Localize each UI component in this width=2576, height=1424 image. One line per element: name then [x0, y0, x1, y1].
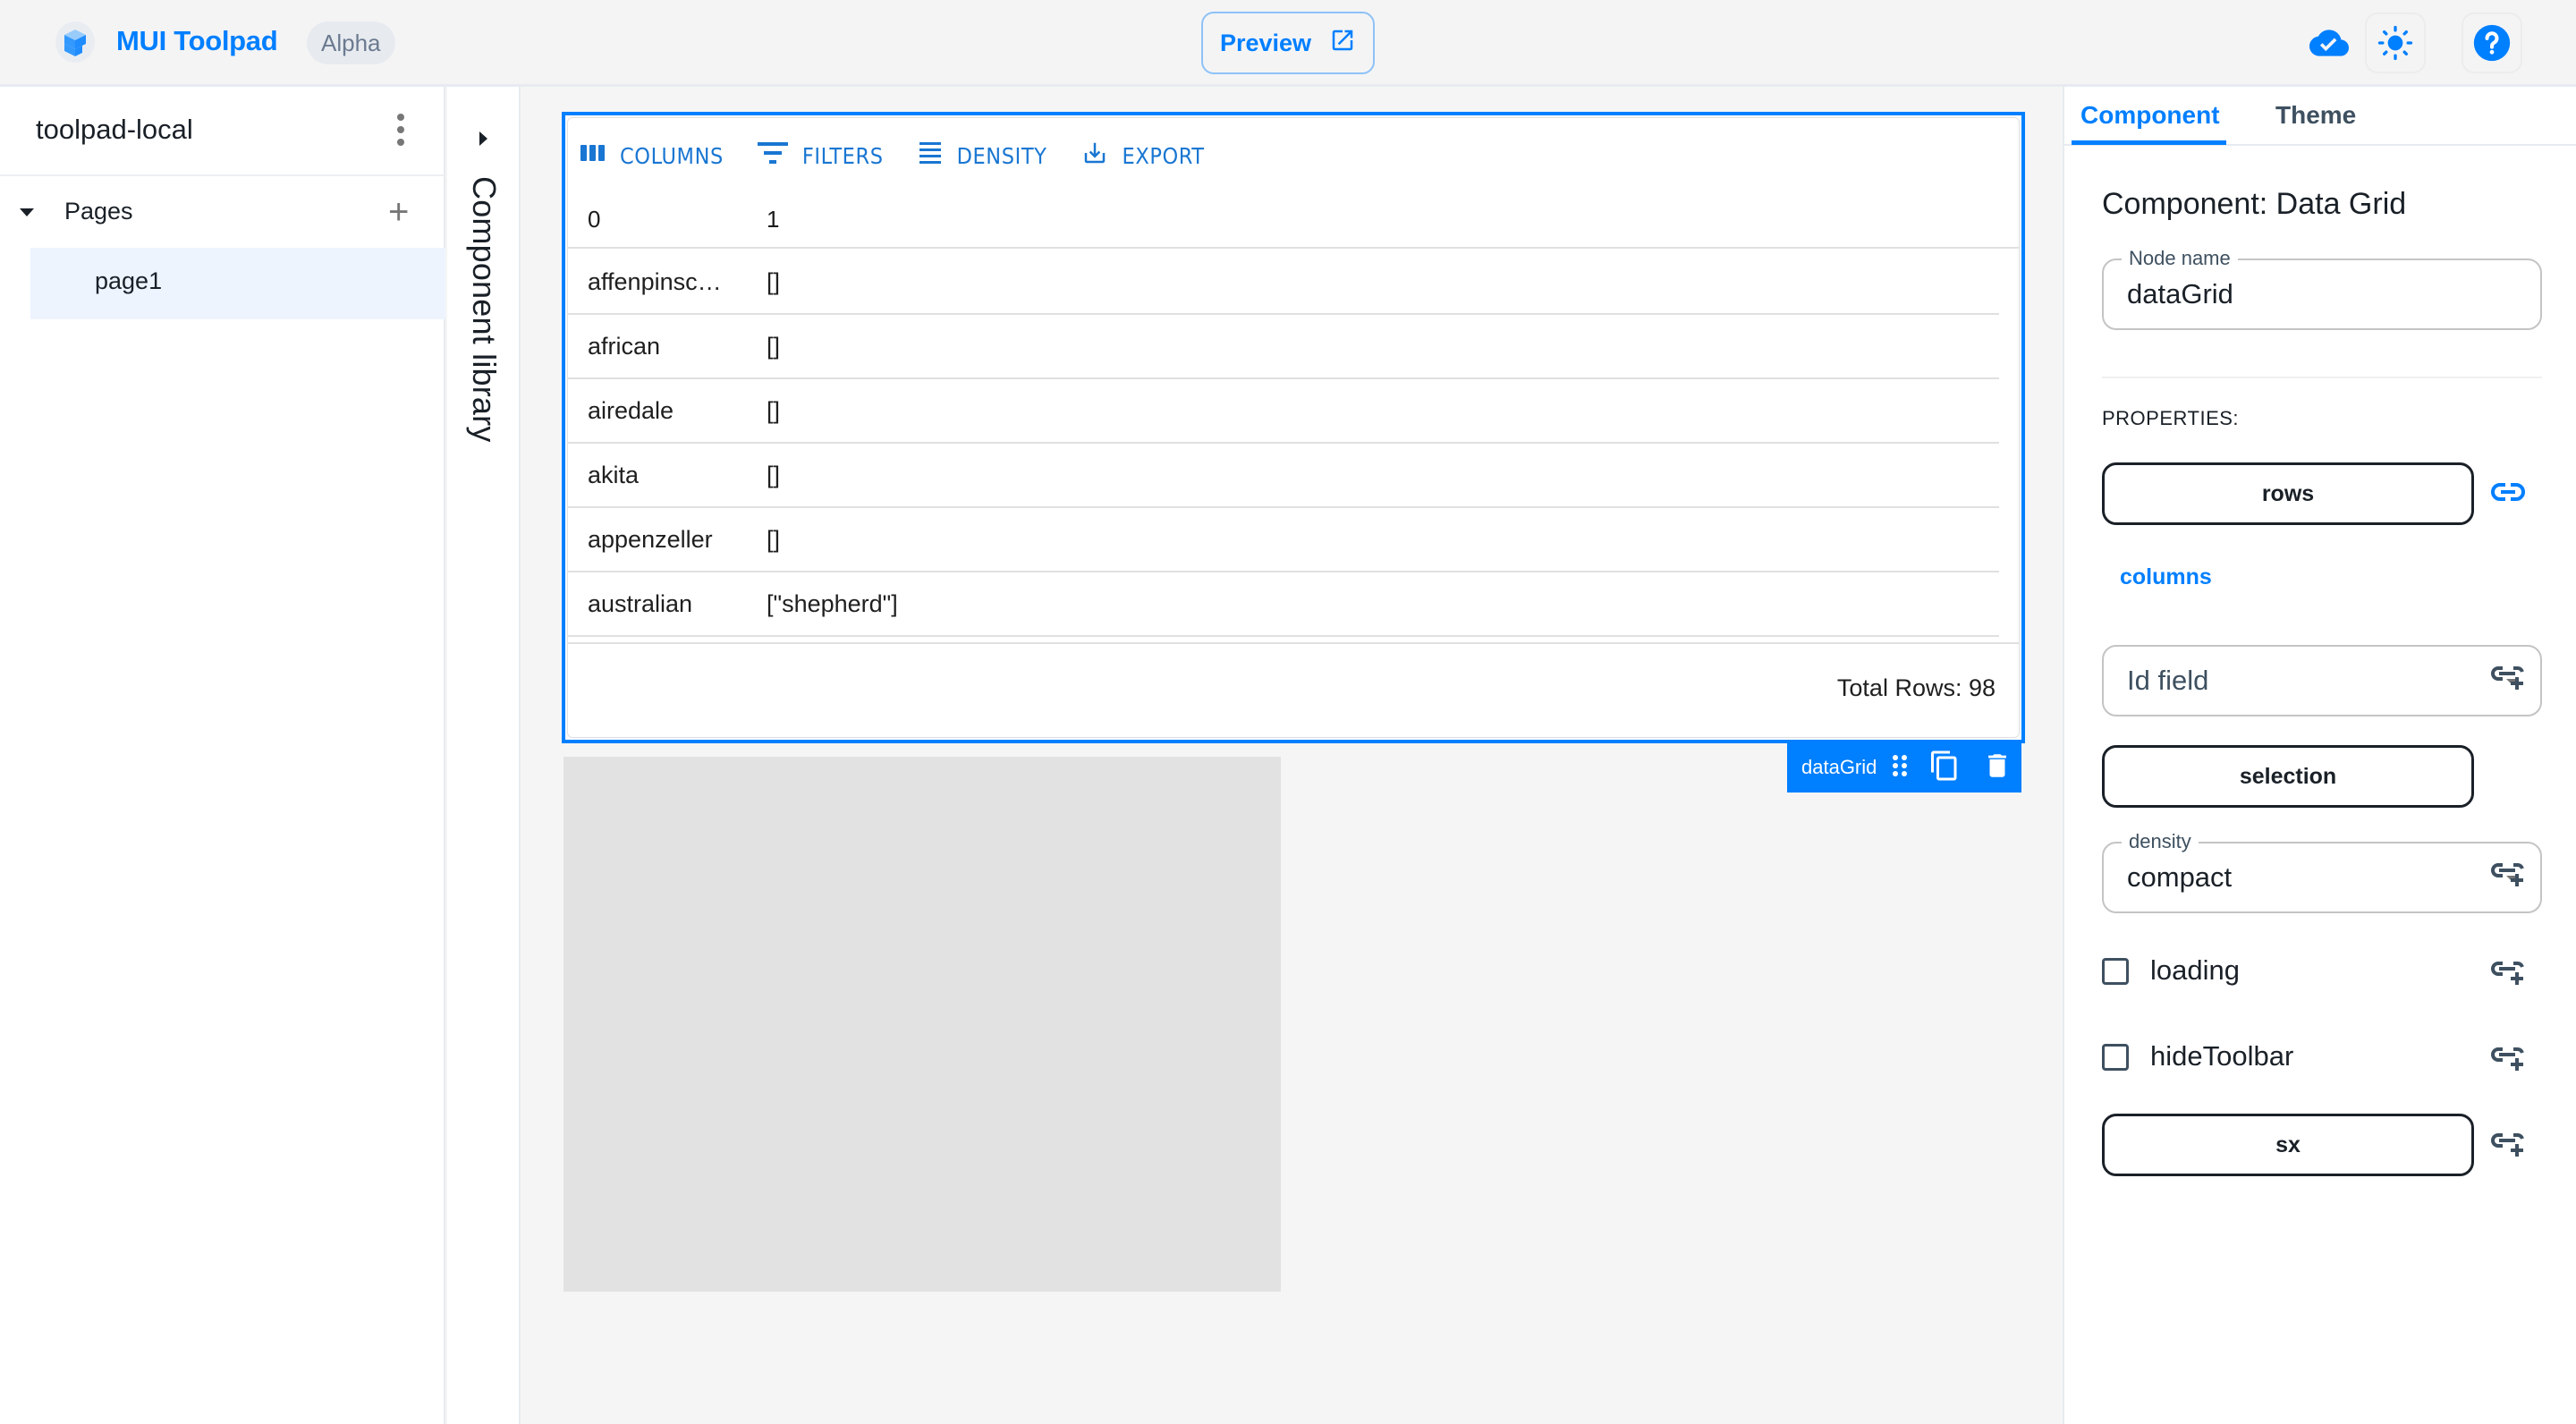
duplicate-icon[interactable]	[1928, 749, 1961, 787]
light-mode-icon[interactable]	[2365, 13, 2426, 73]
node-name-label: Node name	[2122, 247, 2238, 270]
inspector-tabs: Component Theme	[2064, 87, 2576, 146]
density-icon	[918, 141, 943, 170]
add-binding-icon[interactable]	[2490, 861, 2526, 888]
selected-node-name: dataGrid	[1801, 756, 1877, 778]
pages-label: Pages	[64, 198, 133, 225]
add-binding-icon[interactable]	[2490, 960, 2526, 987]
inspector-panel: Component Theme Component: Data Grid Nod…	[2063, 87, 2576, 1424]
empty-component-placeholder[interactable]	[564, 757, 1281, 1292]
filters-label: FILTERS	[801, 142, 884, 169]
column-header[interactable]: 1	[767, 206, 779, 233]
export-button[interactable]: EXPORT	[1081, 140, 1205, 172]
project-name: toolpad-local	[36, 114, 193, 145]
tab-component[interactable]: Component	[2080, 101, 2220, 130]
total-rows: Total Rows: 98	[1836, 674, 1996, 701]
density-label: density	[2122, 830, 2199, 853]
cell: african	[588, 333, 661, 360]
cell: affenpinsc…	[588, 268, 722, 295]
id-field-select[interactable]: Id field	[2102, 645, 2542, 716]
more-vert-icon[interactable]	[390, 114, 411, 146]
node-name-field[interactable]: Node name dataGrid	[2102, 247, 2542, 330]
table-row[interactable]: appenzeller []	[568, 508, 1999, 572]
columns-label: COLUMNS	[620, 142, 724, 169]
data-grid: COLUMNS FILTERS DENSITY EXPORT 0 1 affen…	[567, 117, 2020, 738]
hide-toolbar-label: hideToolbar	[2150, 1040, 2294, 1072]
export-icon	[1081, 140, 1108, 172]
sx-button[interactable]: sx	[2102, 1114, 2474, 1176]
cell: akita	[588, 462, 640, 488]
pages-sidebar: toolpad-local Pages + page1	[0, 87, 445, 1424]
grid-header-row: 0 1	[568, 200, 2019, 249]
filter-list-icon	[757, 140, 788, 171]
add-binding-icon[interactable]	[2490, 1046, 2526, 1072]
add-page-icon[interactable]: +	[388, 194, 409, 230]
loading-checkbox[interactable]	[2102, 958, 2129, 985]
cell: []	[767, 333, 781, 360]
drag-handle-icon[interactable]	[1891, 753, 1909, 783]
table-row[interactable]: african []	[568, 315, 1999, 379]
grid-toolbar: COLUMNS FILTERS DENSITY EXPORT	[580, 140, 1205, 172]
cell: []	[767, 462, 781, 488]
preview-label: Preview	[1219, 29, 1312, 56]
cloud-done-icon[interactable]	[2299, 13, 2360, 73]
cell: []	[767, 397, 781, 424]
tab-theme[interactable]: Theme	[2275, 101, 2356, 130]
table-row[interactable]: australian ["shepherd"]	[568, 572, 1999, 637]
view-column-icon	[580, 142, 606, 169]
link-bound-icon[interactable]	[2490, 479, 2526, 505]
density-select[interactable]: density compact	[2102, 830, 2542, 913]
component-library-strip[interactable]: Component library	[447, 87, 521, 1424]
grid-footer: Total Rows: 98	[568, 642, 2019, 737]
page-canvas: COLUMNS FILTERS DENSITY EXPORT 0 1 affen…	[522, 87, 2063, 1424]
selected-node-toolbar: dataGrid	[1787, 742, 2021, 793]
id-field-placeholder: Id field	[2127, 665, 2209, 696]
density-button[interactable]: DENSITY	[918, 141, 1047, 170]
filters-button[interactable]: FILTERS	[757, 140, 884, 171]
divider	[2102, 377, 2542, 378]
cell: ["shepherd"]	[767, 590, 898, 617]
columns-button[interactable]: columns	[2120, 564, 2212, 590]
toolpad-logo-icon[interactable]	[55, 21, 95, 63]
caret-right-icon[interactable]	[479, 131, 487, 146]
cell: airedale	[588, 397, 674, 424]
data-grid-selected[interactable]: COLUMNS FILTERS DENSITY EXPORT 0 1 affen…	[562, 112, 2025, 743]
delete-icon[interactable]	[1982, 750, 2012, 786]
alpha-badge: Alpha	[307, 21, 395, 64]
export-label: EXPORT	[1122, 142, 1205, 169]
density-label: DENSITY	[956, 142, 1047, 169]
component-library-label[interactable]: Component library	[465, 176, 503, 443]
cell: appenzeller	[588, 526, 713, 553]
cell: australian	[588, 590, 693, 617]
open-in-new-icon	[1329, 27, 1356, 60]
help-icon[interactable]	[2462, 13, 2522, 73]
properties-heading: PROPERTIES:	[2102, 407, 2240, 429]
caret-down-icon[interactable]	[20, 208, 34, 216]
active-tab-indicator	[2072, 140, 2226, 145]
columns-button[interactable]: COLUMNS	[580, 142, 724, 169]
component-title: Component: Data Grid	[2102, 187, 2407, 221]
table-row[interactable]: akita []	[568, 444, 1999, 508]
rows-button[interactable]: rows	[2102, 462, 2474, 525]
cell: []	[767, 526, 781, 553]
table-row[interactable]: affenpinsc… []	[568, 250, 1999, 315]
app-header: MUI Toolpad Alpha Preview	[0, 0, 2576, 87]
add-binding-icon[interactable]	[2490, 665, 2526, 691]
selection-button[interactable]: selection	[2102, 745, 2474, 808]
loading-label: loading	[2150, 954, 2240, 986]
add-binding-icon[interactable]	[2490, 1132, 2526, 1158]
preview-button[interactable]: Preview	[1201, 12, 1375, 74]
pages-tree-header[interactable]: Pages +	[0, 192, 445, 235]
density-value: compact	[2127, 861, 2233, 893]
table-row[interactable]: airedale []	[568, 379, 1999, 444]
hide-toolbar-checkbox[interactable]	[2102, 1044, 2129, 1071]
divider	[0, 174, 445, 176]
page-label: page1	[95, 267, 163, 294]
sidebar-item-page1[interactable]: page1	[30, 248, 445, 319]
cell: []	[767, 268, 781, 295]
app-title[interactable]: MUI Toolpad	[116, 25, 278, 57]
column-header[interactable]: 0	[588, 206, 600, 233]
node-name-value[interactable]: dataGrid	[2127, 278, 2233, 310]
